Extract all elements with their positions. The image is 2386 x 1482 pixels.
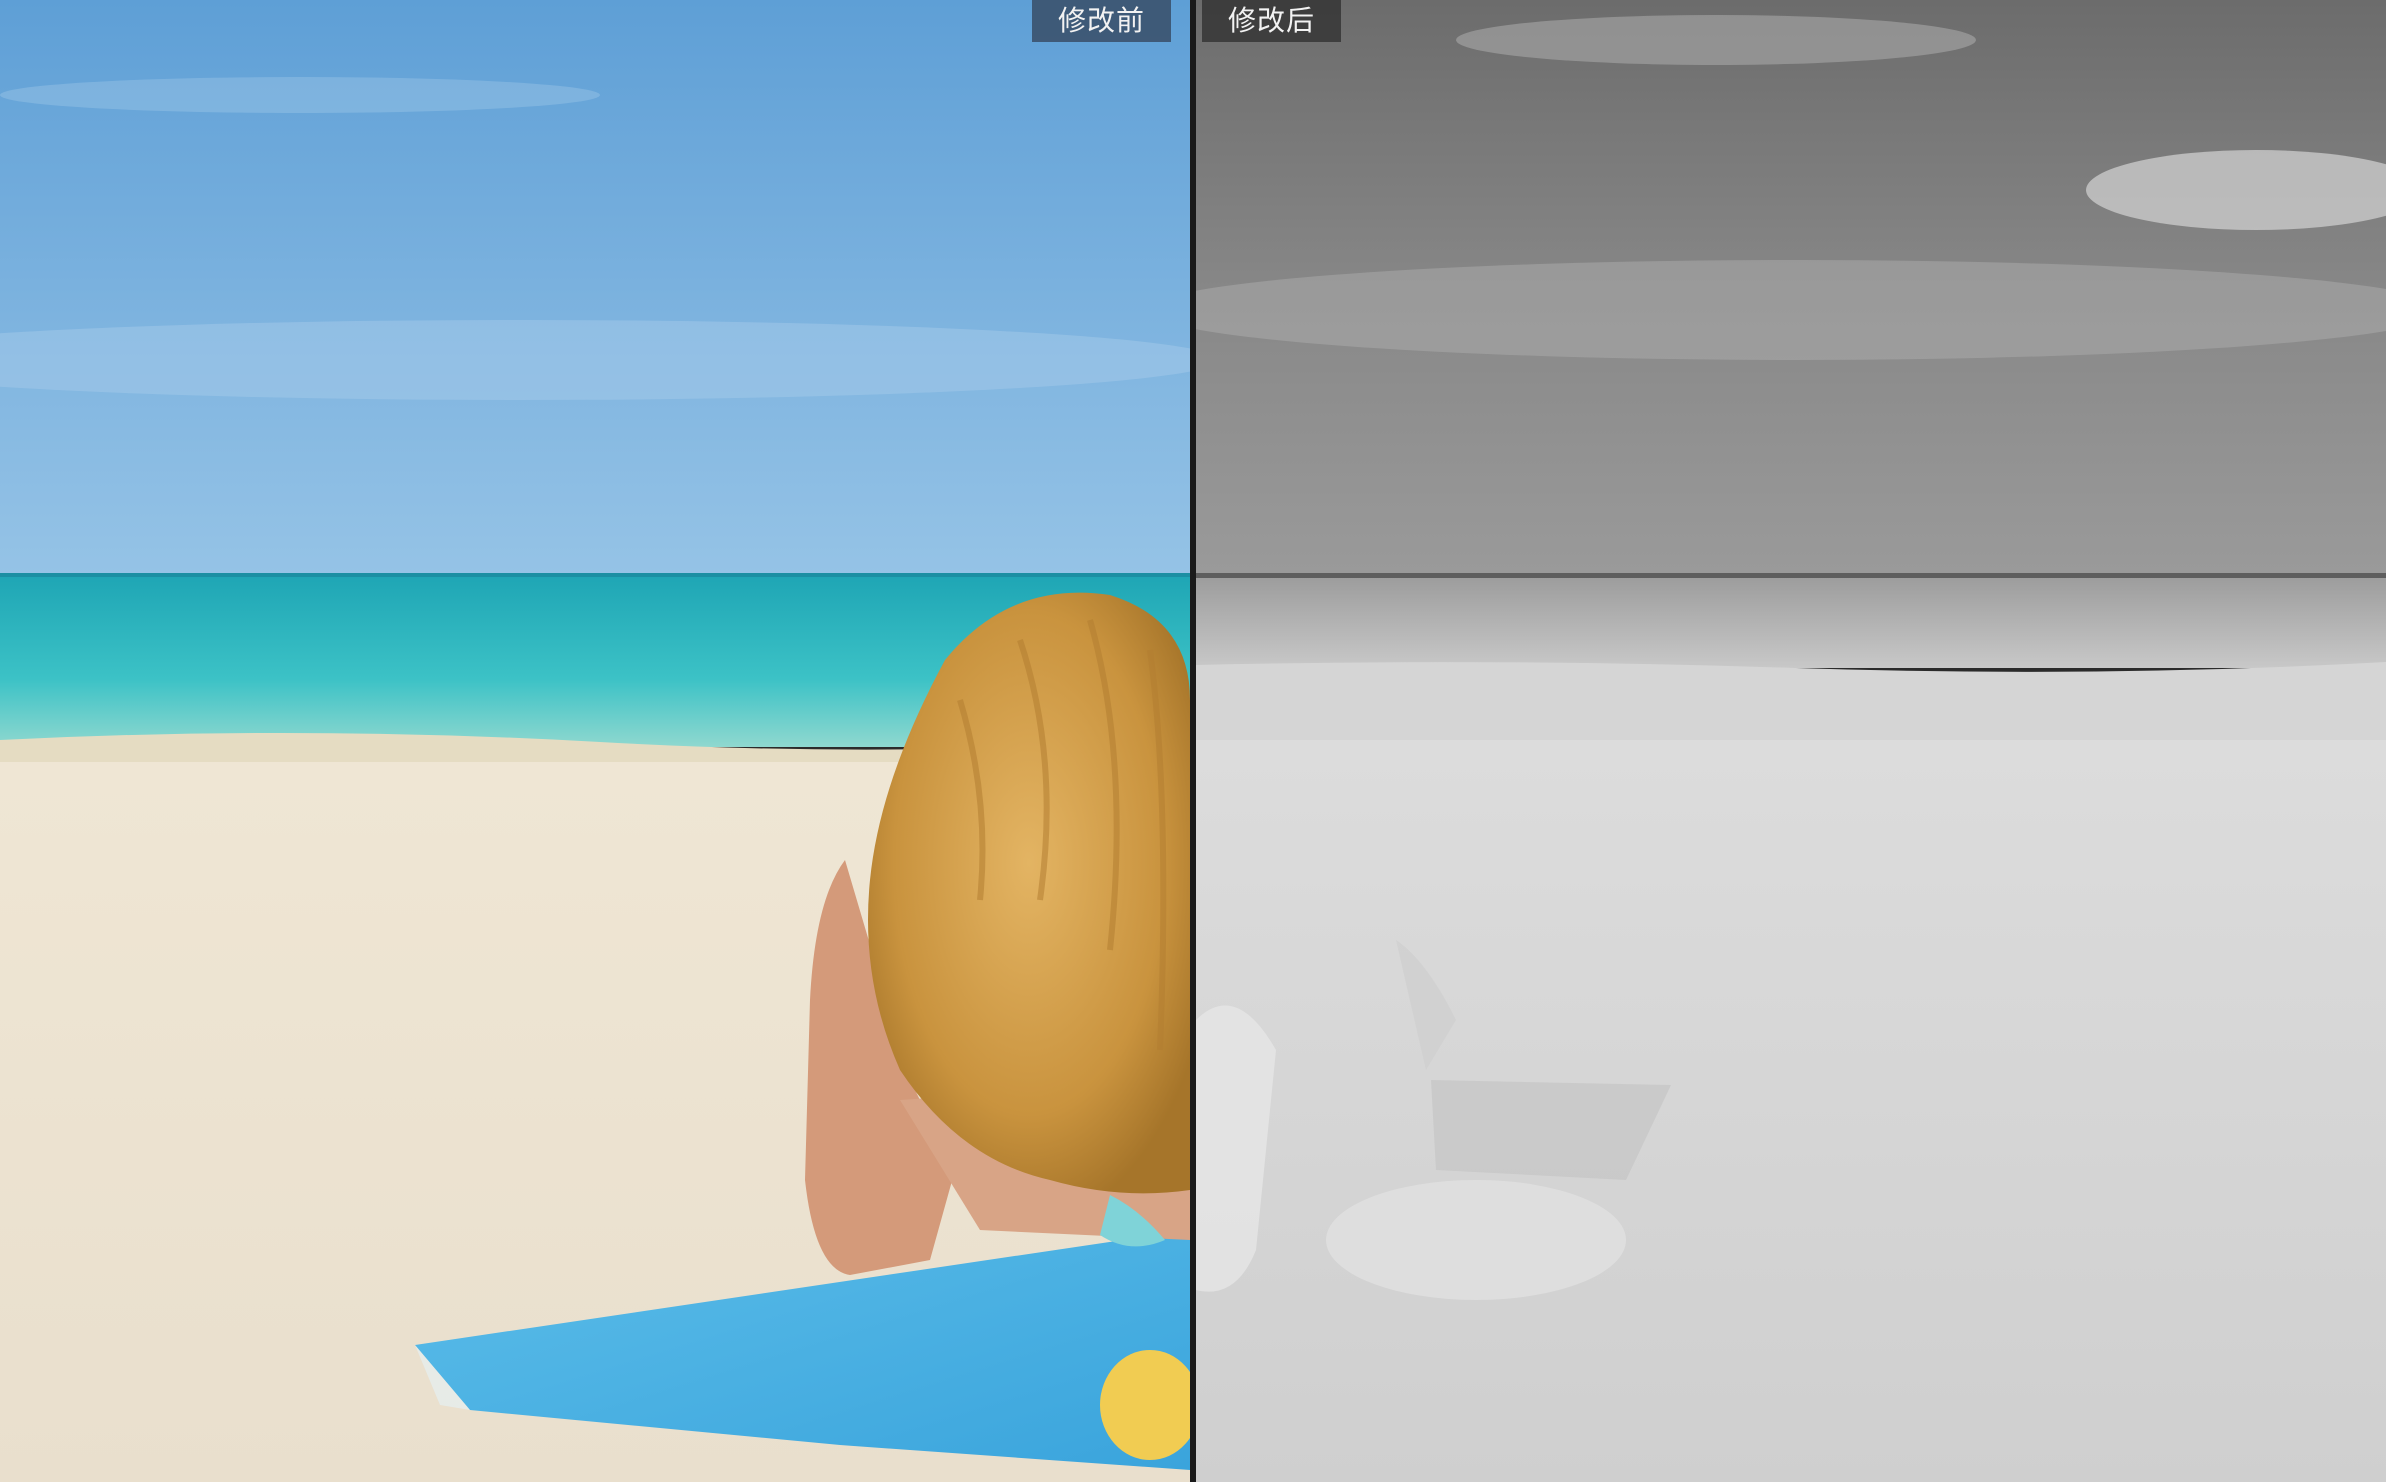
before-photo: [0, 0, 1190, 1482]
before-after-compare-view: 修改前 修改后: [0, 0, 2386, 1482]
after-photo: [1196, 0, 2386, 1482]
before-label-badge: 修改前: [1032, 0, 1172, 42]
before-image-pane: [0, 0, 1190, 1482]
after-image-pane: [1196, 0, 2386, 1482]
after-label-badge: 修改后: [1202, 0, 1342, 42]
